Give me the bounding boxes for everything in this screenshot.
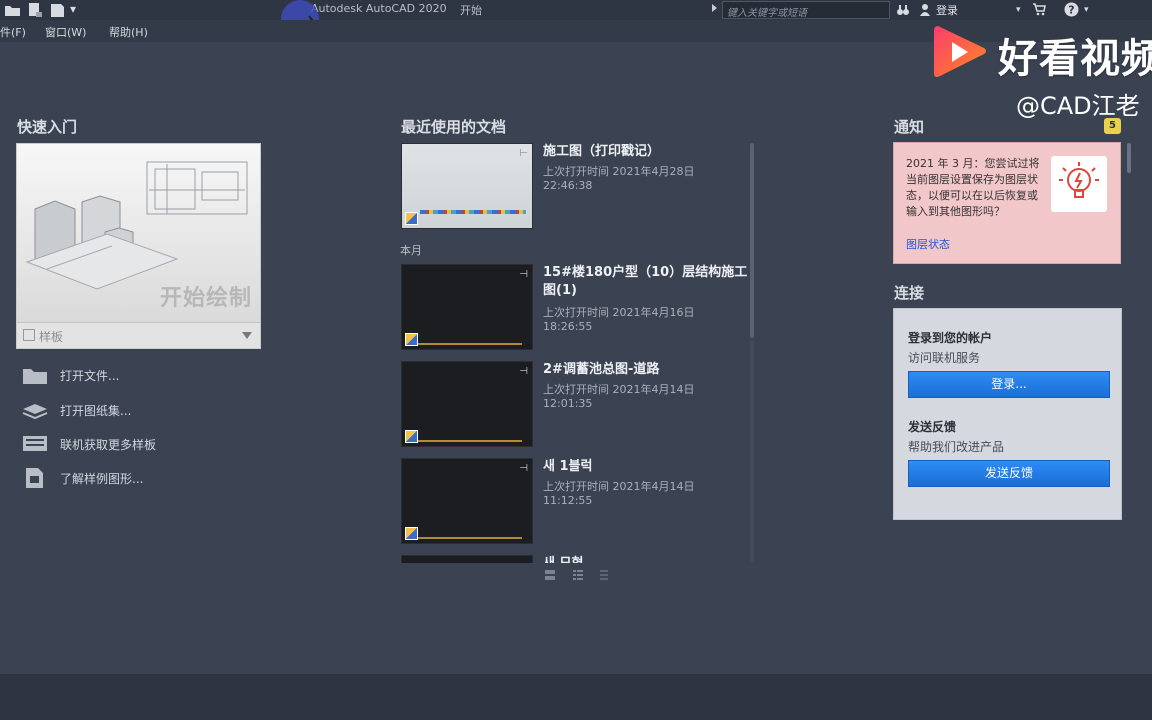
notification-message: 2021 年 3 月：您尝试过将当前图层设置保存为图层状态，以便可以在以后恢复或… bbox=[906, 157, 1040, 218]
open-folder-icon[interactable] bbox=[4, 2, 22, 18]
online-templates-label: 联机获取更多样板 bbox=[60, 438, 157, 452]
recent-documents-heading: 最近使用的文档 bbox=[401, 118, 507, 136]
doc-name[interactable]: 2#调蓄池总图-道路 bbox=[543, 361, 748, 379]
menu-file[interactable]: 件(F) bbox=[0, 24, 26, 40]
pin-icon[interactable]: ⊣ bbox=[519, 269, 528, 280]
notification-card: 2021 年 3 月：您尝试过将当前图层设置保存为图层状态，以便可以在以后恢复或… bbox=[893, 142, 1121, 264]
doc-thumbnail: ⊣ bbox=[401, 361, 533, 447]
search-input[interactable]: 键入关键字或短语 bbox=[722, 1, 890, 19]
recent-doc[interactable]: ⊣ 2#调蓄池总图-道路 上次打开时间 2021年4月14日 12:01:35 bbox=[400, 361, 740, 449]
start-drawing-title: 开始绘制 bbox=[159, 286, 252, 311]
pin-icon[interactable]: ⊢ bbox=[519, 148, 528, 159]
doc-name[interactable]: 새 1블럭 bbox=[543, 458, 748, 476]
send-feedback-button[interactable]: 发送反馈 bbox=[908, 460, 1110, 487]
pin-icon[interactable]: ⊣ bbox=[519, 463, 528, 474]
sample-drawings-link[interactable]: 了解样例图形... bbox=[22, 467, 242, 489]
bottom-bar bbox=[0, 674, 1152, 720]
recent-scrollbar[interactable] bbox=[750, 143, 754, 338]
doc-last-opened: 上次打开时间 2021年4月16日 18:26:55 bbox=[543, 306, 695, 333]
sample-drawings-icon bbox=[26, 468, 43, 488]
dwg-file-icon bbox=[405, 333, 418, 346]
open-file-label: 打开文件... bbox=[60, 369, 120, 383]
recent-doc[interactable]: ⊢ 施工图（打印戳记） 上次打开时间 2021年4月28日 22:46:38 bbox=[400, 143, 740, 231]
binoculars-icon[interactable] bbox=[896, 3, 910, 17]
pin-icon[interactable]: ⊣ bbox=[519, 366, 528, 377]
online-templates-icon bbox=[23, 436, 47, 451]
sign-in-link[interactable]: 登录 bbox=[936, 2, 958, 18]
quick-access-dropdown-icon[interactable]: ▾ bbox=[70, 2, 76, 16]
help-dropdown-icon[interactable]: ▾ bbox=[1084, 5, 1089, 15]
watermark-handle: @CAD江老 bbox=[1016, 92, 1140, 120]
connect-heading: 连接 bbox=[894, 284, 925, 302]
connect-panel: 登录到您的帐户 访问联机服务 登录... 发送反馈 帮助我们改进产品 发送反馈 bbox=[893, 308, 1122, 520]
user-icon bbox=[920, 4, 930, 16]
help-icon[interactable]: ? bbox=[1064, 2, 1079, 17]
recent-scroll-track[interactable] bbox=[750, 340, 754, 562]
menu-help[interactable]: 帮助(H) bbox=[109, 24, 148, 40]
start-drawing-card[interactable]: 开始绘制 样板 bbox=[16, 143, 261, 349]
feedback-heading: 发送反馈 bbox=[908, 420, 957, 434]
lightbulb-icon bbox=[1051, 156, 1107, 212]
account-dropdown-icon[interactable]: ▾ bbox=[1016, 5, 1021, 15]
view-large-icon[interactable] bbox=[544, 569, 556, 581]
sample-drawings-label: 了解样例图形... bbox=[60, 472, 144, 486]
menu-window[interactable]: 窗口(W) bbox=[45, 24, 86, 40]
sheet-set-icon bbox=[22, 404, 48, 420]
quick-start-heading: 快速入门 bbox=[17, 118, 78, 136]
doc-thumbnail: ⊢ bbox=[401, 143, 533, 229]
video-logo-icon bbox=[934, 26, 986, 77]
doc-thumbnail bbox=[401, 555, 533, 563]
open-sheet-set-label: 打开图纸集... bbox=[60, 404, 132, 418]
open-file-link[interactable]: 打开文件... bbox=[22, 364, 242, 386]
doc-name[interactable]: 15#楼180户型（10）层结构施工图(1) bbox=[543, 264, 748, 300]
dwg-file-icon bbox=[405, 212, 418, 225]
cart-icon[interactable] bbox=[1032, 3, 1046, 16]
recent-doc[interactable]: 새 모형 bbox=[400, 555, 740, 563]
doc-last-opened: 上次打开时间 2021年4月28日 22:46:38 bbox=[543, 165, 695, 192]
doc-thumbnail: ⊣ bbox=[401, 458, 533, 544]
watermark-brand: 好看视频 bbox=[998, 36, 1152, 82]
open-sheet-set-link[interactable]: 打开图纸集... bbox=[22, 399, 242, 421]
start-drawing-illustration: 开始绘制 bbox=[17, 144, 260, 322]
feedback-subtext: 帮助我们改进产品 bbox=[908, 440, 1005, 454]
title-bar: ▾ Autodesk AutoCAD 2020 开始 键入关键字或短语 登录 ▾… bbox=[0, 0, 1152, 20]
view-compact-icon[interactable] bbox=[598, 569, 610, 581]
group-label-this-month: 本月 bbox=[400, 244, 422, 257]
doc-thumbnail: ⊣ bbox=[401, 264, 533, 350]
svg-text:?: ? bbox=[1068, 4, 1074, 17]
tab-start[interactable]: 开始 bbox=[460, 2, 482, 18]
online-templates-link[interactable]: 联机获取更多样板 bbox=[22, 433, 242, 455]
recent-doc[interactable]: ⊣ 새 1블럭 上次打开时间 2021年4月14日 11:12:55 bbox=[400, 458, 740, 546]
doc-last-opened: 上次打开时间 2021年4月14日 11:12:55 bbox=[543, 480, 695, 507]
folder-icon bbox=[23, 369, 47, 384]
notification-scrollbar[interactable] bbox=[1127, 143, 1131, 173]
doc-last-opened: 上次打开时间 2021年4月14日 12:01:35 bbox=[543, 383, 695, 410]
notification-link[interactable]: 图层状态 bbox=[906, 236, 950, 252]
dwg-file-icon bbox=[405, 430, 418, 443]
search-expand-icon[interactable] bbox=[712, 4, 717, 12]
template-icon bbox=[23, 329, 35, 341]
doc-name[interactable]: 새 모형 bbox=[543, 555, 748, 563]
doc-name[interactable]: 施工图（打印戳记） bbox=[543, 143, 748, 161]
template-dropdown[interactable]: 样板 bbox=[17, 322, 260, 348]
view-list-icon[interactable] bbox=[572, 569, 584, 581]
signin-heading: 登录到您的帐户 bbox=[908, 331, 993, 345]
recent-documents-list: ⊢ 施工图（打印戳记） 上次打开时间 2021年4月28日 22:46:38 本… bbox=[400, 143, 755, 563]
signin-button[interactable]: 登录... bbox=[908, 371, 1110, 398]
save-icon[interactable] bbox=[26, 2, 44, 18]
plot-icon[interactable] bbox=[48, 2, 66, 18]
signin-subtext: 访问联机服务 bbox=[908, 351, 981, 365]
notifications-heading: 通知 bbox=[894, 118, 925, 136]
recent-doc[interactable]: ⊣ 15#楼180户型（10）层结构施工图(1) 上次打开时间 2021年4月1… bbox=[400, 264, 747, 352]
dwg-file-icon bbox=[405, 527, 418, 540]
chevron-down-icon[interactable] bbox=[242, 332, 252, 339]
template-label: 样板 bbox=[39, 330, 64, 344]
